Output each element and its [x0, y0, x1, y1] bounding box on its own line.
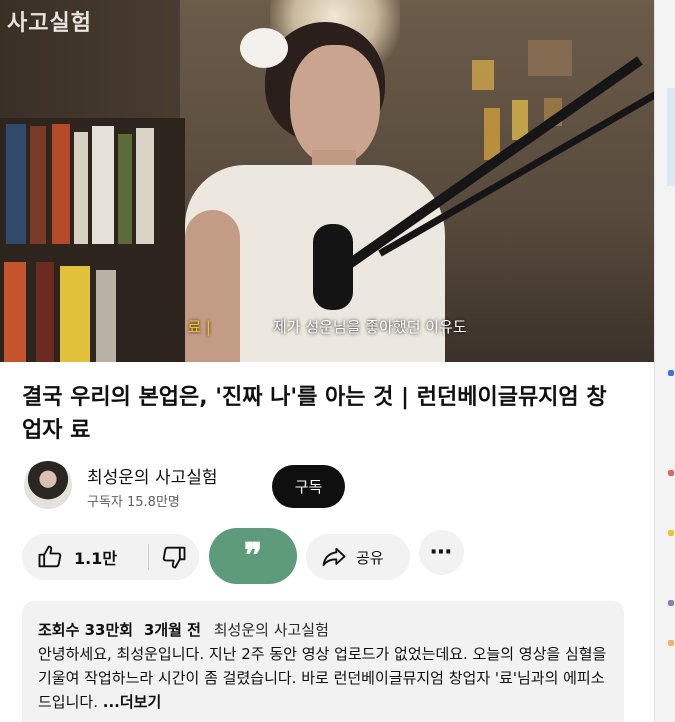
- description-box[interactable]: 조회수 33만회 3개월 전 최성운의 사고실험 안녕하세요, 최성운입니다. …: [22, 601, 624, 722]
- caption-text: 제가 성운님을 좋아했던 이유도: [272, 318, 467, 336]
- more-actions-button[interactable]: ⋯: [419, 530, 464, 575]
- like-button[interactable]: 1.1만: [22, 534, 148, 580]
- description-text: 안녕하세요, 최성운입니다. 지난 2주 동안 영상 업로드가 없었는데요. 오…: [38, 642, 618, 714]
- show-more-link[interactable]: ...더보기: [103, 693, 162, 711]
- channel-name[interactable]: 최성운의 사고실험: [87, 463, 218, 488]
- side-panel-edge: [654, 0, 675, 722]
- description-channel: 최성운의 사고실험: [213, 621, 329, 639]
- view-count: 조회수 33만회: [38, 621, 134, 639]
- subscriber-count: 구독자 15.8만명: [87, 495, 180, 510]
- like-icon: [38, 545, 62, 568]
- video-caption: 료 | 제가 성운님을 좋아했던 이유도: [0, 316, 654, 337]
- quote-icon: ❞: [243, 536, 263, 576]
- share-icon: [322, 547, 346, 567]
- description-meta: 조회수 33만회 3개월 전 최성운의 사고실험: [38, 619, 329, 640]
- share-label: 공유: [356, 548, 384, 567]
- like-count: 1.1만: [74, 549, 118, 568]
- channel-watermark: 사고실험: [7, 11, 92, 36]
- dislike-icon: [162, 546, 186, 569]
- share-button[interactable]: 공유: [306, 534, 410, 580]
- channel-avatar[interactable]: [24, 461, 72, 509]
- video-title: 결국 우리의 본업은, '진짜 나'를 아는 것 | 런던베이글뮤지엄 창업자 …: [22, 385, 607, 443]
- video-player[interactable]: 사고실험 료 | 제가 성운님을 좋아했던 이유도: [0, 0, 654, 362]
- subscribe-button[interactable]: 구독: [272, 465, 345, 508]
- microphone: [313, 224, 353, 310]
- dislike-button[interactable]: [149, 534, 199, 580]
- caption-speaker: 료 |: [187, 318, 211, 336]
- upload-age: 3개월 전: [143, 621, 201, 639]
- more-icon: ⋯: [430, 540, 453, 565]
- like-dislike-group: 1.1만: [22, 534, 199, 580]
- quote-button[interactable]: ❞: [209, 528, 297, 584]
